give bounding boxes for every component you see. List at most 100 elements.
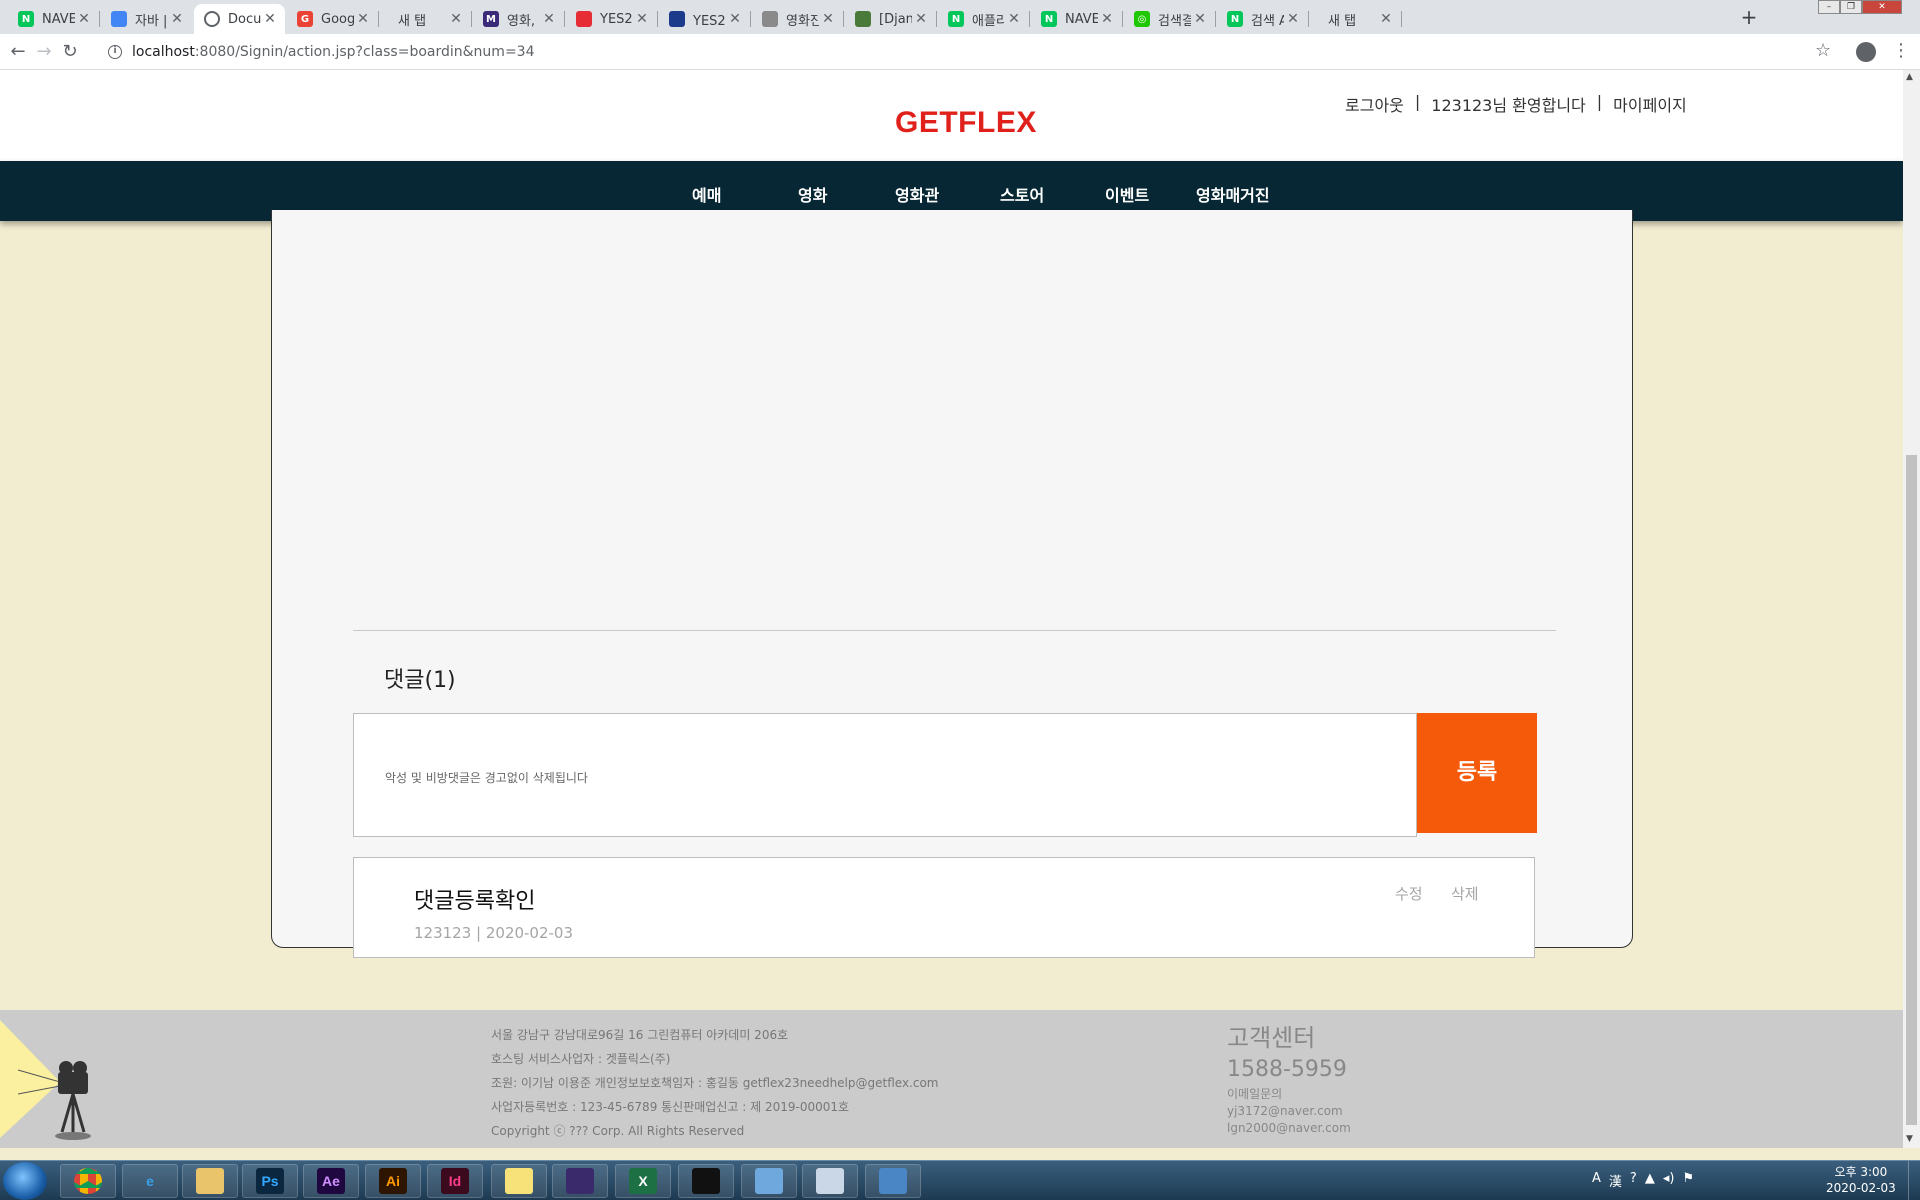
close-tab-icon[interactable]: ✕ (1005, 11, 1023, 27)
taskbar-app-button[interactable] (865, 1164, 921, 1198)
help-icon[interactable]: ? (1630, 1171, 1637, 1190)
nav-item-store[interactable]: 스토어 (1000, 182, 1044, 206)
browser-tab[interactable]: 새 탭 ✕ (380, 4, 471, 34)
show-desktop-button[interactable] (1908, 1161, 1920, 1200)
browser-tab[interactable]: N NAVER✕ (8, 4, 99, 34)
minimize-button[interactable]: – (1818, 0, 1840, 14)
bookmark-star-icon[interactable]: ☆ (1815, 40, 1831, 61)
naver-icon: N (948, 11, 964, 27)
email-address[interactable]: lgn2000@naver.com (1227, 1120, 1351, 1137)
tab-separator (1401, 11, 1402, 27)
explorer-icon (196, 1168, 224, 1194)
browser-tab[interactable]: 자바 | 집✕ (101, 4, 192, 34)
browser-tab[interactable]: G Google✕ (287, 4, 378, 34)
close-tab-icon[interactable]: ✕ (1377, 11, 1395, 27)
close-tab-icon[interactable]: ✕ (168, 11, 186, 27)
photoshop-icon: Ps (256, 1168, 284, 1194)
browser-tab[interactable]: N NAVER✕ (1031, 4, 1122, 34)
eclipse-icon (566, 1168, 594, 1194)
taskbar-app-button[interactable]: Id (427, 1164, 483, 1198)
taskbar-app-button[interactable]: Ae (303, 1164, 359, 1198)
nav-item-movies[interactable]: 영화 (798, 182, 827, 206)
close-tab-icon[interactable]: ✕ (912, 11, 930, 27)
page-scrollbar[interactable]: ▲ ▼ (1903, 70, 1920, 1148)
start-button[interactable] (3, 1162, 47, 1200)
chrome-icon (74, 1168, 102, 1194)
nav-item-theaters[interactable]: 영화관 (895, 182, 939, 206)
close-window-button[interactable]: ✕ (1862, 0, 1902, 14)
taskbar-app-button[interactable] (678, 1164, 734, 1198)
close-tab-icon[interactable]: ✕ (261, 11, 279, 27)
maximize-button[interactable]: ❐ (1840, 0, 1862, 14)
comment-submit-button[interactable]: 등록 (1417, 713, 1537, 833)
browser-tab[interactable]: M 영화, 메✕ (473, 4, 564, 34)
close-tab-icon[interactable]: ✕ (726, 11, 744, 27)
taskbar-app-button[interactable]: Ps (242, 1164, 298, 1198)
volume-icon[interactable]: ◂) (1663, 1171, 1675, 1190)
ime-mode-icon[interactable]: A (1592, 1171, 1601, 1190)
taskbar-app-button[interactable] (182, 1164, 238, 1198)
taskbar-app-button[interactable] (802, 1164, 858, 1198)
tab-title: YES24 | E (600, 11, 633, 27)
email-label: 이메일문의 (1227, 1087, 1283, 1101)
comment-delete-button[interactable]: 삭제 (1451, 883, 1479, 904)
close-tab-icon[interactable]: ✕ (447, 11, 465, 27)
taskbar-app-button[interactable] (491, 1164, 547, 1198)
network-icon[interactable]: ▲ (1645, 1171, 1655, 1190)
taskbar-app-button[interactable] (60, 1164, 116, 1198)
site-logo[interactable]: GETFLEX (895, 106, 1037, 140)
profile-avatar-icon[interactable] (1856, 42, 1876, 62)
taskbar-app-button[interactable]: X (615, 1164, 671, 1198)
browser-tab[interactable]: [Django]✕ (845, 4, 936, 34)
flag-icon[interactable]: ⚑ (1682, 1171, 1694, 1190)
comment-input[interactable]: 악성 및 비방댓글은 경고없이 삭제됩니다 (353, 713, 1417, 837)
new-tab-button[interactable]: + (1735, 5, 1763, 29)
close-tab-icon[interactable]: ✕ (819, 11, 837, 27)
nav-item-events[interactable]: 이벤트 (1105, 182, 1149, 206)
close-tab-icon[interactable]: ✕ (1098, 11, 1116, 27)
nav-item-magazine[interactable]: 영화매거진 (1196, 182, 1270, 206)
close-tab-icon[interactable]: ✕ (1284, 11, 1302, 27)
close-tab-icon[interactable]: ✕ (540, 11, 558, 27)
taskbar-app-button[interactable]: e (122, 1164, 178, 1198)
logout-link[interactable]: 로그아웃 (1345, 92, 1404, 116)
browser-tab[interactable]: ◎ 검색결과✕ (1124, 4, 1215, 34)
browser-tab[interactable]: YES24 | E✕ (566, 4, 657, 34)
taskbar-app-button[interactable]: Ai (365, 1164, 421, 1198)
scrollbar-thumb[interactable] (1906, 455, 1917, 1125)
tab-separator (1215, 11, 1216, 27)
back-icon[interactable]: ← (6, 40, 30, 64)
browser-menu-icon[interactable]: ⋮ (1892, 40, 1910, 61)
browser-tab[interactable]: N 검색 API✕ (1217, 4, 1308, 34)
tab-title: 영화진흥 (786, 13, 819, 29)
close-tab-icon[interactable]: ✕ (75, 11, 93, 27)
django-icon (855, 11, 871, 27)
close-tab-icon[interactable]: ✕ (633, 11, 651, 27)
mypage-link[interactable]: 마이페이지 (1613, 92, 1687, 116)
comment-edit-button[interactable]: 수정 (1395, 883, 1423, 904)
browser-tab[interactable]: 영화진흥✕ (752, 4, 843, 34)
nav-item-reservation[interactable]: 예매 (692, 182, 721, 206)
browser-tab[interactable]: N 애플리케✕ (938, 4, 1029, 34)
email-address[interactable]: yj3172@naver.com (1227, 1103, 1351, 1120)
address-bar[interactable]: i localhost:8080/Signin/action.jsp?class… (108, 38, 1838, 66)
browser-tab[interactable]: YES24 영✕ (659, 4, 750, 34)
close-tab-icon[interactable]: ✕ (354, 11, 372, 27)
naver-icon: N (1041, 11, 1057, 27)
reload-icon[interactable]: ↻ (58, 40, 82, 64)
taskbar-clock[interactable]: 오후 3:00 2020-02-03 (1826, 1164, 1896, 1196)
browser-tab[interactable]: Documen✕ (194, 4, 285, 34)
taskbar-app-button[interactable] (741, 1164, 797, 1198)
hanja-icon[interactable]: 漢 (1609, 1171, 1622, 1190)
separator: | (1414, 92, 1421, 111)
tab-separator (1122, 11, 1123, 27)
scroll-down-icon[interactable]: ▼ (1906, 1134, 1913, 1144)
forward-icon[interactable]: → (32, 40, 56, 64)
site-footer: 서울 강남구 강남대로96길 16 그린컴퓨터 아카데미 206호 호스팅 서비… (0, 1010, 1903, 1148)
close-tab-icon[interactable]: ✕ (1191, 11, 1209, 27)
site-info-icon[interactable]: i (108, 45, 122, 59)
taskbar-app-button[interactable] (552, 1164, 608, 1198)
tab-title: YES24 영 (693, 13, 726, 29)
browser-tab[interactable]: 새 탭 ✕ (1310, 4, 1401, 34)
scroll-up-icon[interactable]: ▲ (1906, 72, 1913, 82)
